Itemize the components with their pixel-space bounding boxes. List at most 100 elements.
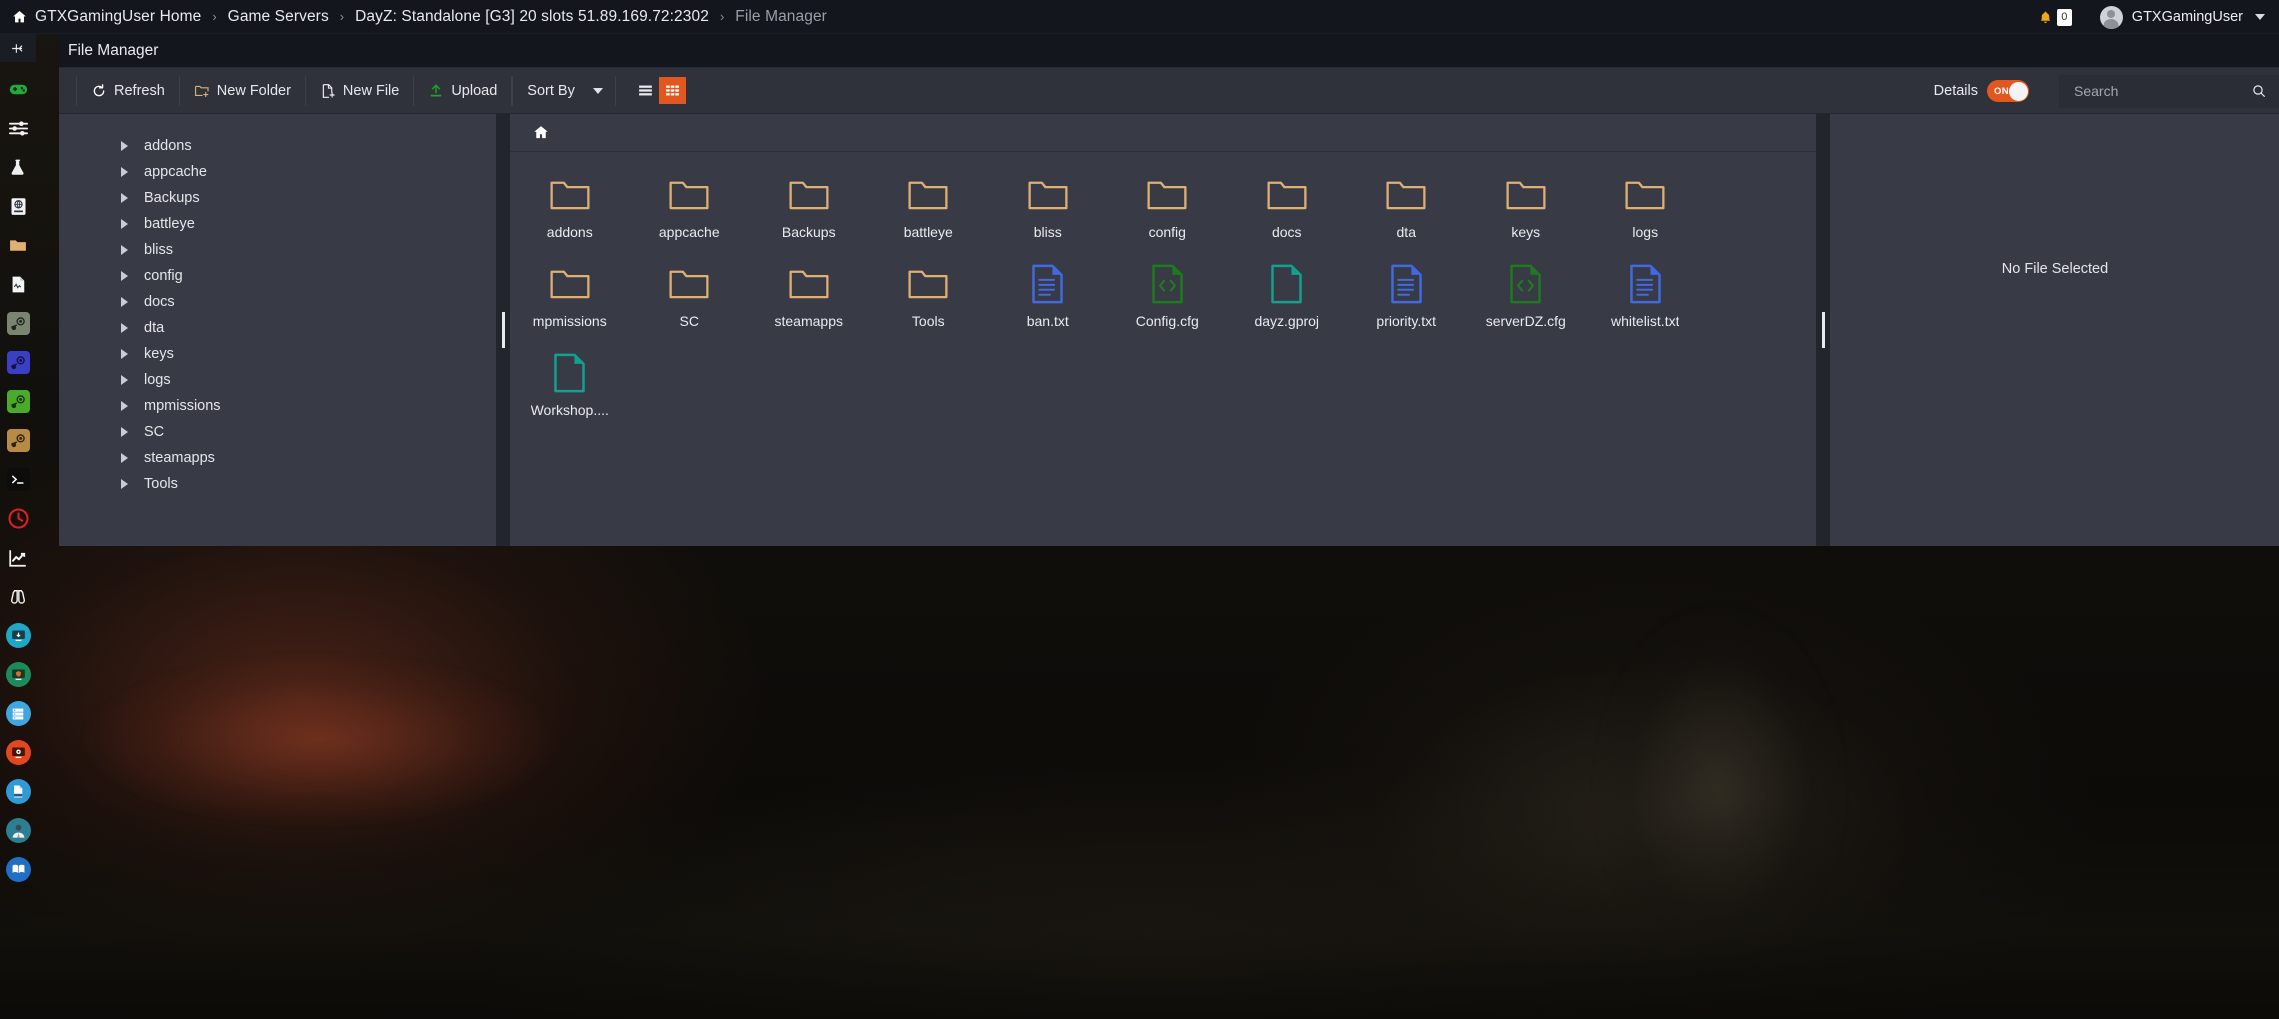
chevron-right-icon[interactable]: [121, 479, 128, 489]
details-toggle[interactable]: ON: [1987, 80, 2029, 102]
rail-item-guides[interactable]: [0, 854, 36, 885]
file-item[interactable]: Config.cfg: [1108, 259, 1228, 348]
rail-item-logs[interactable]: [0, 269, 36, 300]
folder-item[interactable]: docs: [1227, 170, 1347, 259]
folder-item[interactable]: mpmissions: [510, 259, 630, 348]
rail-item-steam-tan[interactable]: [0, 425, 36, 456]
sort-by-dropdown[interactable]: Sort By: [512, 76, 616, 106]
folder-item[interactable]: Tools: [869, 259, 989, 348]
file-item[interactable]: Workshop....: [510, 348, 630, 437]
folder-icon: [1505, 177, 1547, 213]
rail-item-steam-green[interactable]: [0, 386, 36, 417]
rail-item-steam-blue[interactable]: [0, 347, 36, 378]
search-input[interactable]: [2074, 83, 2224, 99]
tree-item[interactable]: appcache: [59, 159, 496, 185]
rail-item-databases[interactable]: [0, 698, 36, 729]
collapse-sidebar-button[interactable]: [0, 34, 36, 62]
folder-item[interactable]: battleye: [869, 170, 989, 259]
rail-item-flask[interactable]: [0, 152, 36, 183]
rail-item-console[interactable]: [0, 464, 36, 495]
tree-item[interactable]: Tools: [59, 471, 496, 497]
folder-item[interactable]: keys: [1466, 170, 1586, 259]
list-view-button[interactable]: [632, 77, 659, 104]
chevron-right-icon[interactable]: [121, 297, 128, 307]
rail-item-settings[interactable]: [0, 113, 36, 144]
rail-item-monitoring[interactable]: [0, 581, 36, 612]
blank-file-icon: [1270, 264, 1303, 304]
rail-item-support[interactable]: [0, 815, 36, 846]
tree-item[interactable]: mpmissions: [59, 393, 496, 419]
folder-icon: [788, 177, 830, 213]
avatar[interactable]: [2100, 6, 2123, 29]
folder-item[interactable]: Backups: [749, 170, 869, 259]
breadcrumb-item-game-servers[interactable]: Game Servers: [228, 8, 329, 26]
chevron-right-icon[interactable]: [121, 453, 128, 463]
no-file-selected-message: No File Selected: [2002, 261, 2108, 277]
tree-item[interactable]: addons: [59, 133, 496, 159]
file-item[interactable]: priority.txt: [1347, 259, 1467, 348]
new-folder-button[interactable]: New Folder: [180, 76, 306, 106]
chevron-right-icon[interactable]: [121, 141, 128, 151]
rail-item-steam-gray[interactable]: [0, 308, 36, 339]
upload-button[interactable]: Upload: [414, 76, 512, 106]
tree-item[interactable]: keys: [59, 341, 496, 367]
file-item[interactable]: whitelist.txt: [1586, 259, 1706, 348]
rail-item-server-settings[interactable]: [0, 737, 36, 768]
folder-item[interactable]: dta: [1347, 170, 1467, 259]
home-icon[interactable]: [532, 124, 550, 141]
tree-item[interactable]: bliss: [59, 237, 496, 263]
tree-item[interactable]: steamapps: [59, 445, 496, 471]
folder-item[interactable]: bliss: [988, 170, 1108, 259]
tree-item-label: config: [144, 268, 183, 284]
tree-pane-splitter[interactable]: [496, 114, 510, 546]
details-pane-splitter[interactable]: [1816, 114, 1830, 546]
tree-item-label: appcache: [144, 164, 207, 180]
tree-item[interactable]: battleye: [59, 211, 496, 237]
new-file-button[interactable]: New File: [306, 76, 414, 106]
chevron-right-icon[interactable]: [121, 271, 128, 281]
file-item[interactable]: dayz.gproj: [1227, 259, 1347, 348]
notifications-button[interactable]: 0: [2038, 9, 2072, 26]
chevron-right-icon[interactable]: [121, 323, 128, 333]
path-bar: [510, 114, 1816, 152]
chevron-right-icon[interactable]: [121, 349, 128, 359]
chevron-right-icon[interactable]: [121, 245, 128, 255]
rail-item-protection[interactable]: [0, 659, 36, 690]
rail-item-gamepad[interactable]: [0, 74, 36, 105]
tree-item[interactable]: SC: [59, 419, 496, 445]
tree-item[interactable]: Backups: [59, 185, 496, 211]
rail-item-install[interactable]: [0, 620, 36, 651]
chevron-right-icon[interactable]: [121, 375, 128, 385]
breadcrumb-item-server[interactable]: DayZ: Standalone [G3] 20 slots 51.89.169…: [355, 8, 709, 26]
chevron-right-icon[interactable]: [121, 167, 128, 177]
folder-item[interactable]: config: [1108, 170, 1228, 259]
rail-item-file-manager[interactable]: [0, 230, 36, 261]
tree-item[interactable]: docs: [59, 289, 496, 315]
rail-item-scheduler[interactable]: [0, 503, 36, 534]
chevron-right-icon[interactable]: [121, 401, 128, 411]
chevron-right-icon[interactable]: [121, 219, 128, 229]
rail-item-statistics[interactable]: [0, 542, 36, 573]
folder-item[interactable]: SC: [630, 259, 750, 348]
tree-item[interactable]: logs: [59, 367, 496, 393]
rail-item-web-files[interactable]: [0, 776, 36, 807]
file-item[interactable]: serverDZ.cfg: [1466, 259, 1586, 348]
chevron-right-icon[interactable]: [121, 427, 128, 437]
breadcrumb-item-home[interactable]: GTXGamingUser Home: [11, 8, 201, 26]
refresh-button[interactable]: Refresh: [76, 76, 180, 106]
file-item[interactable]: ban.txt: [988, 259, 1108, 348]
folder-item[interactable]: logs: [1586, 170, 1706, 259]
chevron-down-icon[interactable]: [2255, 14, 2265, 20]
search-icon[interactable]: [2251, 83, 2267, 99]
folder-item[interactable]: addons: [510, 170, 630, 259]
rail-item-knowledgebase[interactable]: [0, 191, 36, 222]
tree-item[interactable]: config: [59, 263, 496, 289]
folder-item[interactable]: appcache: [630, 170, 750, 259]
search-box[interactable]: [2059, 75, 2279, 108]
background-foreground: [0, 799, 2279, 1019]
tree-item[interactable]: dta: [59, 315, 496, 341]
grid-view-button[interactable]: [659, 77, 686, 104]
chevron-right-icon[interactable]: [121, 193, 128, 203]
username-label[interactable]: GTXGamingUser: [2132, 9, 2243, 25]
folder-item[interactable]: steamapps: [749, 259, 869, 348]
